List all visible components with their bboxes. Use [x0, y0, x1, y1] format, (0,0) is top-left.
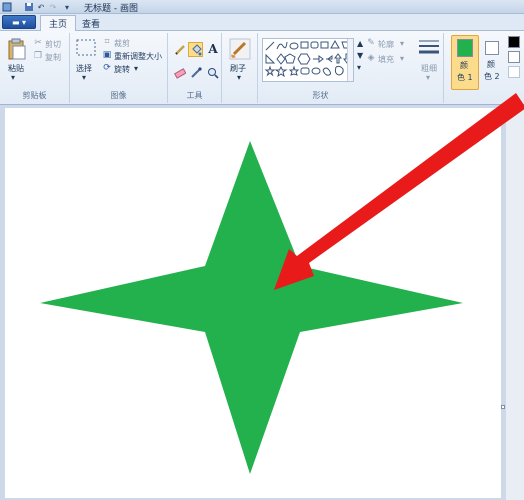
color2-swatch: [485, 41, 499, 55]
image-group-label: 图像: [110, 91, 127, 100]
quick-access-dropdown-icon[interactable]: ▾: [62, 2, 72, 12]
paste-icon[interactable]: [6, 37, 28, 61]
brush-icon[interactable]: [228, 37, 252, 61]
color2-label-line2: 色 2: [484, 72, 500, 81]
redo-icon[interactable]: ↷: [48, 2, 58, 12]
cut-icon: ✂: [34, 38, 42, 48]
select-icon[interactable]: [76, 39, 96, 57]
shapes-group-label: 形状: [312, 91, 329, 100]
paint-menu-button[interactable]: ▬ ▾: [2, 15, 36, 29]
outline-button[interactable]: 轮廓: [378, 39, 394, 50]
clipboard-group: 粘贴 ▾ ✂ 剪切 ❐ 复制 剪贴板: [0, 33, 70, 103]
rotate-dropdown-icon[interactable]: ▾: [134, 64, 138, 73]
fill-icon: ◈: [367, 53, 375, 63]
color2-label-line1: 颜: [487, 60, 495, 69]
clipboard-group-label: 剪贴板: [22, 91, 47, 100]
color-picker-icon[interactable]: [189, 66, 202, 79]
shapes-scroll-up-icon[interactable]: ▲: [357, 39, 363, 48]
colors-group: 颜 色 1 颜 色 2: [446, 33, 524, 103]
crop-button[interactable]: 裁剪: [114, 38, 130, 49]
paste-dropdown-icon[interactable]: ▾: [11, 73, 15, 82]
copy-button[interactable]: 复制: [45, 52, 61, 63]
crop-icon: ⌗: [104, 37, 110, 47]
pencil-icon[interactable]: [173, 43, 186, 56]
save-icon[interactable]: [24, 2, 34, 12]
outline-icon: ✎: [367, 38, 375, 48]
green-four-point-star: [40, 141, 463, 474]
resize-button[interactable]: 重新调整大小: [114, 51, 162, 62]
window-title: 无标题 - 画图: [84, 4, 138, 14]
shapes-more-icon[interactable]: ▾: [357, 63, 361, 72]
shapes-gallery: [262, 38, 354, 82]
tools-group: A 工具: [168, 33, 222, 103]
color1-button[interactable]: 颜 色 1: [451, 35, 479, 90]
cut-button[interactable]: 剪切: [45, 39, 61, 50]
copy-icon: ❐: [33, 51, 43, 61]
ribbon: 粘贴 ▾ ✂ 剪切 ❐ 复制 剪贴板 选择 ▾ ⌗ 裁剪 ▣ 重新调整大小 ⟳ …: [0, 31, 524, 105]
size-dropdown-icon[interactable]: ▾: [426, 73, 430, 82]
paint-menu-icon: ▬ ▾: [11, 17, 27, 27]
brushes-dropdown-icon[interactable]: ▾: [237, 73, 241, 82]
color1-label-line2: 色 1: [457, 73, 473, 82]
ribbon-tab-bar: ▬ ▾ 主页 查看: [0, 14, 524, 31]
select-dropdown-icon[interactable]: ▾: [82, 73, 86, 82]
brushes-group: 刷子 ▾: [222, 33, 258, 103]
shapes-scroll-down-icon[interactable]: ▼: [357, 51, 363, 60]
shapes-group: ▲ ▼ ▾ ✎ 轮廓 ▾ ◈ 填充 ▾ 粗细 ▾ 形状: [258, 33, 444, 103]
title-bar: ↶ ↷ ▾ 无标题 - 画图: [0, 0, 524, 14]
fill-bucket-icon[interactable]: [188, 42, 203, 57]
paint-app-icon: [2, 2, 12, 12]
resize-icon: ▣: [102, 50, 112, 60]
drawing-canvas[interactable]: [5, 108, 501, 498]
tab-view[interactable]: 查看: [74, 15, 108, 31]
outline-dropdown-icon[interactable]: ▾: [400, 39, 404, 48]
palette-black[interactable]: [508, 36, 520, 48]
text-tool-icon[interactable]: A: [206, 42, 220, 56]
canvas-resize-handle[interactable]: [501, 405, 505, 409]
magnifier-icon[interactable]: [206, 66, 219, 79]
palette-white[interactable]: [508, 51, 520, 63]
eraser-icon[interactable]: [173, 66, 186, 79]
undo-icon[interactable]: ↶: [36, 2, 46, 12]
rotate-icon: ⟳: [103, 63, 111, 73]
fill-button[interactable]: 填充: [378, 54, 394, 65]
rotate-button[interactable]: 旋转: [114, 64, 130, 75]
size-icon[interactable]: [418, 37, 440, 59]
tools-group-label: 工具: [186, 91, 203, 100]
vertical-scroll-strip[interactable]: [506, 105, 524, 500]
color2-button[interactable]: 颜 色 2: [482, 35, 504, 90]
color1-swatch: [457, 39, 473, 57]
fill-dropdown-icon[interactable]: ▾: [400, 54, 404, 63]
canvas-drawing: [40, 141, 463, 474]
tab-home[interactable]: 主页: [40, 15, 77, 31]
canvas-area: [0, 105, 524, 500]
color1-label-line1: 颜: [460, 61, 468, 70]
palette-empty[interactable]: [508, 66, 520, 78]
image-group: 选择 ▾ ⌗ 裁剪 ▣ 重新调整大小 ⟳ 旋转 ▾ 图像: [70, 33, 168, 103]
